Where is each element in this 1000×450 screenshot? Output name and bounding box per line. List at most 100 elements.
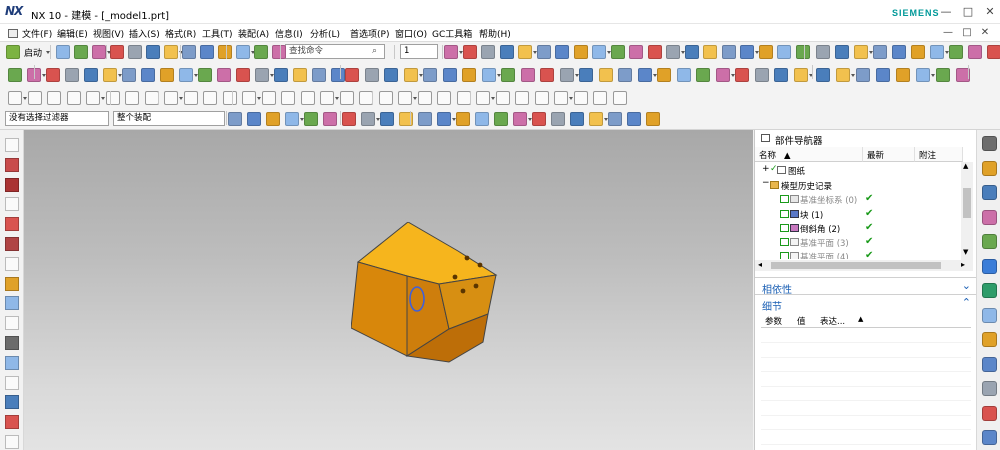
dropdown-arrow-icon[interactable] <box>491 97 495 100</box>
toolbar-tool-icon[interactable] <box>203 91 217 105</box>
toolbar-tool-icon[interactable] <box>610 45 625 59</box>
menu-help[interactable]: 帮助(H) <box>479 27 511 40</box>
toolbar-tool-icon[interactable] <box>554 91 568 105</box>
toolbar-tool-icon[interactable] <box>892 45 906 59</box>
toolbar-tool-icon[interactable] <box>481 68 496 82</box>
sketch-tool-icon[interactable] <box>5 415 19 430</box>
toolbar-tool-icon[interactable] <box>475 112 489 126</box>
toolbar-tool-icon[interactable] <box>627 112 641 126</box>
toolbar-tool-icon[interactable] <box>228 112 242 126</box>
toolbar-tool-icon[interactable] <box>144 91 159 105</box>
toolbar-tool-icon[interactable] <box>589 112 603 126</box>
resource-settings-icon[interactable] <box>982 136 997 151</box>
sketch-tool-icon[interactable] <box>5 157 19 172</box>
toolbar-tool-icon[interactable] <box>987 45 1000 59</box>
toolbar-tool-icon[interactable] <box>513 112 527 126</box>
scroll-thumb[interactable] <box>771 262 941 269</box>
toolbar-tool-icon[interactable] <box>835 45 849 59</box>
graphics-viewport[interactable] <box>24 130 753 450</box>
dropdown-arrow-icon[interactable] <box>101 97 105 100</box>
toolbar-tool-icon[interactable] <box>198 68 212 82</box>
toolbar-tool-icon[interactable] <box>608 112 622 126</box>
tree-row-datum-csys[interactable]: 基准坐标系 (0) ✔ <box>755 192 961 207</box>
resource-tab-icon[interactable] <box>982 160 997 176</box>
doc-restore-button[interactable]: □ <box>960 26 974 40</box>
dropdown-arrow-icon[interactable] <box>23 97 27 100</box>
toolbar-tool-icon[interactable] <box>873 45 887 59</box>
block-model[interactable] <box>351 222 501 372</box>
toolbar-tool-icon[interactable] <box>8 68 22 82</box>
toolbar-tool-icon[interactable] <box>758 45 773 59</box>
close-button[interactable]: ✕ <box>982 4 998 20</box>
toolbar-tool-icon[interactable] <box>146 45 160 59</box>
detail-col-expression[interactable]: 表达... <box>820 315 845 327</box>
expand-icon[interactable]: + <box>762 164 770 174</box>
toolbar-tool-icon[interactable] <box>816 45 830 59</box>
toolbar-tool-icon[interactable] <box>551 112 565 126</box>
checkbox-icon[interactable] <box>780 238 789 246</box>
toolbar-tool-icon[interactable] <box>285 112 299 126</box>
toolbar-tool-icon[interactable] <box>456 112 470 126</box>
toolbar-tool-icon[interactable] <box>666 45 680 59</box>
toolbar-tool-icon[interactable] <box>359 91 373 105</box>
toolbar-tool-icon[interactable] <box>647 45 662 59</box>
toolbar-tool-icon[interactable] <box>105 91 120 105</box>
toolbar-tool-icon[interactable] <box>46 68 60 82</box>
toolbar-tool-icon[interactable] <box>218 45 232 59</box>
toolbar-tool-icon[interactable] <box>559 68 574 82</box>
toolbar-tool-icon[interactable] <box>418 112 432 126</box>
toolbar-tool-icon[interactable] <box>598 68 613 82</box>
toolbar-tool-icon[interactable] <box>735 68 749 82</box>
toolbar-tool-icon[interactable] <box>236 45 250 59</box>
toolbar-tool-icon[interactable] <box>462 68 476 82</box>
toolbar-tool-icon[interactable] <box>122 68 136 82</box>
toolbar-tool-icon[interactable] <box>200 45 214 59</box>
details-section-header[interactable]: 细节 ⌃ <box>755 294 977 313</box>
toolbar-tool-icon[interactable] <box>481 45 495 59</box>
selection-scope-select[interactable]: 整个装配 <box>113 111 225 126</box>
resource-tab-icon[interactable] <box>982 381 997 396</box>
toolbar-tool-icon[interactable] <box>164 45 178 59</box>
toolbar-tool-icon[interactable] <box>532 112 546 126</box>
tree-row-block[interactable]: 块 (1) ✔ <box>755 207 961 222</box>
tree-row-model-history[interactable]: − 模型历史记录 <box>755 178 961 193</box>
resource-tab-icon[interactable] <box>982 185 997 200</box>
sketch-tool-icon[interactable] <box>5 336 19 350</box>
toolbar-tool-icon[interactable] <box>110 45 124 59</box>
doc-close-button[interactable]: ✕ <box>978 26 992 40</box>
sketch-tool-icon[interactable] <box>5 256 19 271</box>
resource-tab-icon[interactable] <box>982 258 997 274</box>
sketch-tool-icon[interactable] <box>5 395 19 410</box>
toolbar-tool-icon[interactable] <box>364 68 379 82</box>
toolbar-tool-icon[interactable] <box>66 91 81 105</box>
toolbar-tool-icon[interactable] <box>876 68 890 82</box>
toolbar-tool-icon[interactable] <box>312 68 326 82</box>
sketch-tool-icon[interactable] <box>5 316 19 331</box>
toolbar-tool-icon[interactable] <box>573 91 588 105</box>
toolbar-tool-icon[interactable] <box>141 68 155 82</box>
menu-format[interactable]: 格式(R) <box>165 27 196 40</box>
toolbar-tool-icon[interactable] <box>637 68 652 82</box>
toolbar-tool-icon[interactable] <box>618 68 632 82</box>
type-filter-select[interactable]: 没有选择过滤器 <box>5 111 109 126</box>
dropdown-arrow-icon[interactable] <box>335 97 339 100</box>
checkbox-icon[interactable] <box>780 252 789 259</box>
toolbar-tool-icon[interactable] <box>74 45 88 59</box>
toolbar-tool-icon[interactable] <box>684 45 699 59</box>
resource-tab-icon[interactable] <box>982 307 997 323</box>
menu-analysis[interactable]: 分析(L) <box>310 27 340 40</box>
toolbar-tool-icon[interactable] <box>342 112 356 126</box>
toolbar-tool-icon[interactable] <box>417 91 432 105</box>
menu-tools[interactable]: 工具(T) <box>202 27 233 40</box>
toolbar-tool-icon[interactable] <box>676 68 691 82</box>
toolbar-tool-icon[interactable] <box>274 68 288 82</box>
toolbar-tool-icon[interactable] <box>247 112 261 126</box>
toolbar-tool-icon[interactable] <box>125 91 139 105</box>
toolbar-tool-icon[interactable] <box>795 45 810 59</box>
toolbar-tool-icon[interactable] <box>930 45 944 59</box>
menu-window[interactable]: 窗口(O) <box>395 27 427 40</box>
toolbar-tool-icon[interactable] <box>836 68 850 82</box>
toolbar-tool-icon[interactable] <box>534 91 549 105</box>
sketch-tool-icon[interactable] <box>5 237 19 251</box>
toolbar-tool-icon[interactable] <box>320 91 334 105</box>
